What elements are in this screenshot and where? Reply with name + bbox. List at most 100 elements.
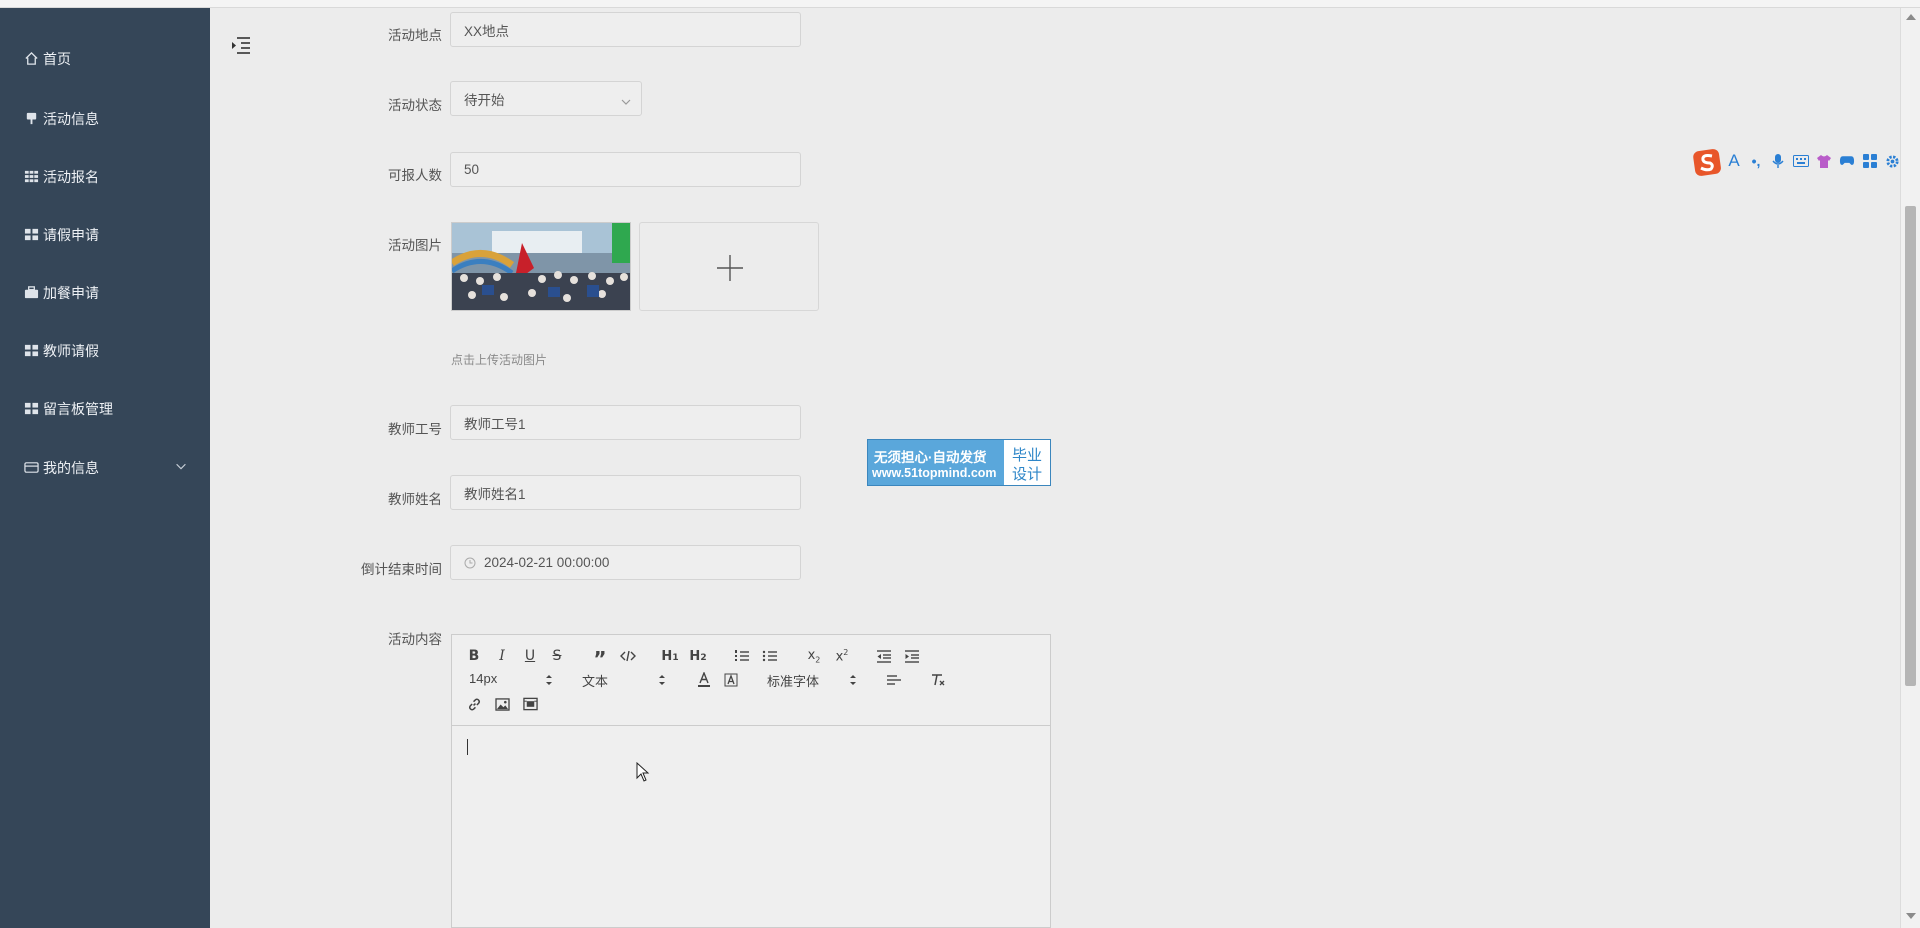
header-1-icon[interactable]: H1 xyxy=(661,647,679,665)
scroll-up-arrow-icon[interactable] xyxy=(1906,14,1916,20)
activity-photo-thumbnail[interactable] xyxy=(451,222,631,311)
outdent-icon[interactable] xyxy=(876,647,892,665)
page-scrollbar[interactable] xyxy=(1900,8,1920,928)
home-icon xyxy=(23,50,39,66)
sidebar-item-home[interactable]: 首页 xyxy=(0,38,210,78)
settings-gear-icon[interactable] xyxy=(1884,153,1900,169)
mouse-cursor-icon xyxy=(636,761,650,785)
ime-toolbar: A •, xyxy=(1692,146,1900,176)
sidebar-item-teacher-leave[interactable]: 教师请假 xyxy=(0,330,210,370)
countdown-end-label: 倒计结束时间 xyxy=(361,562,442,577)
clear-format-icon[interactable] xyxy=(930,671,946,689)
blockquote-icon[interactable]: ” xyxy=(592,647,608,669)
updown-arrows-icon xyxy=(658,673,666,687)
briefcase-icon xyxy=(23,284,39,300)
capacity-label: 可报人数 xyxy=(388,168,442,183)
font-size-select[interactable]: 14px xyxy=(469,671,553,689)
ime-letter-a-icon[interactable]: A xyxy=(1726,151,1742,170)
ad-right-line-2: 设计 xyxy=(1011,466,1042,483)
strike-icon[interactable]: S xyxy=(549,647,565,665)
sidebar-item-activity-signup[interactable]: 活动报名 xyxy=(0,156,210,196)
sidebar-item-activity-info[interactable]: 活动信息 xyxy=(0,98,210,138)
editor-toolbar: B I U S ” H1 H2 x2 x2 14px 文本 标准字体 xyxy=(452,635,1050,726)
capacity-input[interactable]: 50 xyxy=(450,152,801,187)
font-family-value: 标准字体 xyxy=(767,674,820,689)
ordered-list-icon[interactable] xyxy=(734,647,750,665)
microphone-icon[interactable] xyxy=(1770,153,1786,169)
gamepad-icon[interactable] xyxy=(1839,153,1855,169)
location-label: 活动地点 xyxy=(388,28,442,43)
scrollbar-thumb[interactable] xyxy=(1905,206,1916,686)
teacher-id-input[interactable]: 教师工号1 xyxy=(450,405,801,440)
link-icon[interactable] xyxy=(466,695,482,713)
apps-grid-icon[interactable] xyxy=(1862,153,1878,169)
skin-shirt-icon[interactable] xyxy=(1816,153,1832,169)
chevron-down-icon xyxy=(621,94,631,105)
image-label: 活动图片 xyxy=(388,238,442,253)
location-input[interactable]: XX地点 xyxy=(450,12,801,47)
card-icon xyxy=(23,459,39,475)
updown-arrows-icon xyxy=(545,673,553,687)
font-family-select[interactable]: 标准字体 xyxy=(767,671,857,689)
header-select[interactable]: 文本 xyxy=(582,671,666,689)
align-icon[interactable] xyxy=(886,671,902,689)
teacher-name-input[interactable]: 教师姓名1 xyxy=(450,475,801,510)
sidebar-item-label: 加餐申请 xyxy=(43,285,99,301)
window-top-border xyxy=(0,0,1920,8)
grid-icon xyxy=(23,342,39,358)
sidebar-item-leave-request[interactable]: 请假申请 xyxy=(0,214,210,254)
status-label: 活动状态 xyxy=(388,98,442,113)
sidebar-item-label: 留言板管理 xyxy=(43,401,113,417)
sidebar-item-label: 活动信息 xyxy=(43,111,99,127)
countdown-end-datetime-input[interactable]: 2024-02-21 00:00:00 xyxy=(450,545,801,580)
subscript-icon[interactable]: x2 xyxy=(805,647,823,665)
sidebar-item-label: 教师请假 xyxy=(43,343,99,359)
bullet-list-icon[interactable] xyxy=(762,647,778,665)
status-select[interactable]: 待开始 xyxy=(450,81,642,116)
italic-icon[interactable]: I xyxy=(494,647,510,665)
sidebar-item-my-info[interactable]: 我的信息 xyxy=(0,447,210,487)
upload-hint: 点击上传活动图片 xyxy=(451,353,548,367)
grid-icon xyxy=(23,226,39,242)
rich-text-editor: B I U S ” H1 H2 x2 x2 14px 文本 标准字体 xyxy=(451,634,1051,928)
content-label: 活动内容 xyxy=(388,632,442,647)
sogou-logo-icon[interactable] xyxy=(1692,147,1722,177)
image-icon[interactable] xyxy=(494,695,510,713)
countdown-end-value: 2024-02-21 00:00:00 xyxy=(484,555,610,570)
chevron-down-icon xyxy=(174,459,190,475)
header-2-icon[interactable]: H2 xyxy=(689,647,707,665)
superscript-icon[interactable]: x2 xyxy=(833,647,851,665)
underline-icon[interactable]: U xyxy=(522,647,538,665)
teacher-id-value: 教师工号1 xyxy=(464,416,526,432)
image-upload-button[interactable] xyxy=(639,222,819,311)
header-select-value: 文本 xyxy=(582,674,609,689)
sidebar: 首页 活动信息 活动报名 请假申请 加餐申请 教师请假 留言板管理 我的信息 xyxy=(0,8,210,928)
video-icon[interactable] xyxy=(522,695,538,713)
teacher-name-label: 教师姓名 xyxy=(388,492,442,507)
bold-icon[interactable]: B xyxy=(466,647,482,665)
sidebar-item-meal-request[interactable]: 加餐申请 xyxy=(0,272,210,312)
location-value: XX地点 xyxy=(464,23,510,39)
status-value: 待开始 xyxy=(464,92,505,108)
scroll-down-arrow-icon[interactable] xyxy=(1906,913,1916,919)
ad-right-line-1: 毕业 xyxy=(1011,447,1042,464)
sidebar-item-label: 请假申请 xyxy=(43,227,99,243)
font-color-icon[interactable] xyxy=(696,671,712,689)
text-caret xyxy=(467,739,468,755)
teacher-id-label: 教师工号 xyxy=(388,422,442,437)
teacher-name-value: 教师姓名1 xyxy=(464,486,526,502)
ime-punctuation-icon[interactable]: •, xyxy=(1748,153,1764,169)
updown-arrows-icon xyxy=(849,673,857,687)
grid-icon xyxy=(23,400,39,416)
sidebar-item-message-board[interactable]: 留言板管理 xyxy=(0,388,210,428)
editor-content-area[interactable] xyxy=(452,726,1050,926)
capacity-value: 50 xyxy=(464,162,480,177)
indent-icon[interactable] xyxy=(904,647,920,665)
menu-collapse-icon[interactable] xyxy=(230,34,256,60)
code-block-icon[interactable] xyxy=(620,647,636,665)
plus-icon xyxy=(717,255,743,281)
sidebar-item-label: 我的信息 xyxy=(43,460,99,476)
background-color-icon[interactable] xyxy=(723,671,739,689)
keyboard-icon[interactable] xyxy=(1793,153,1809,169)
font-size-value: 14px xyxy=(469,671,498,686)
